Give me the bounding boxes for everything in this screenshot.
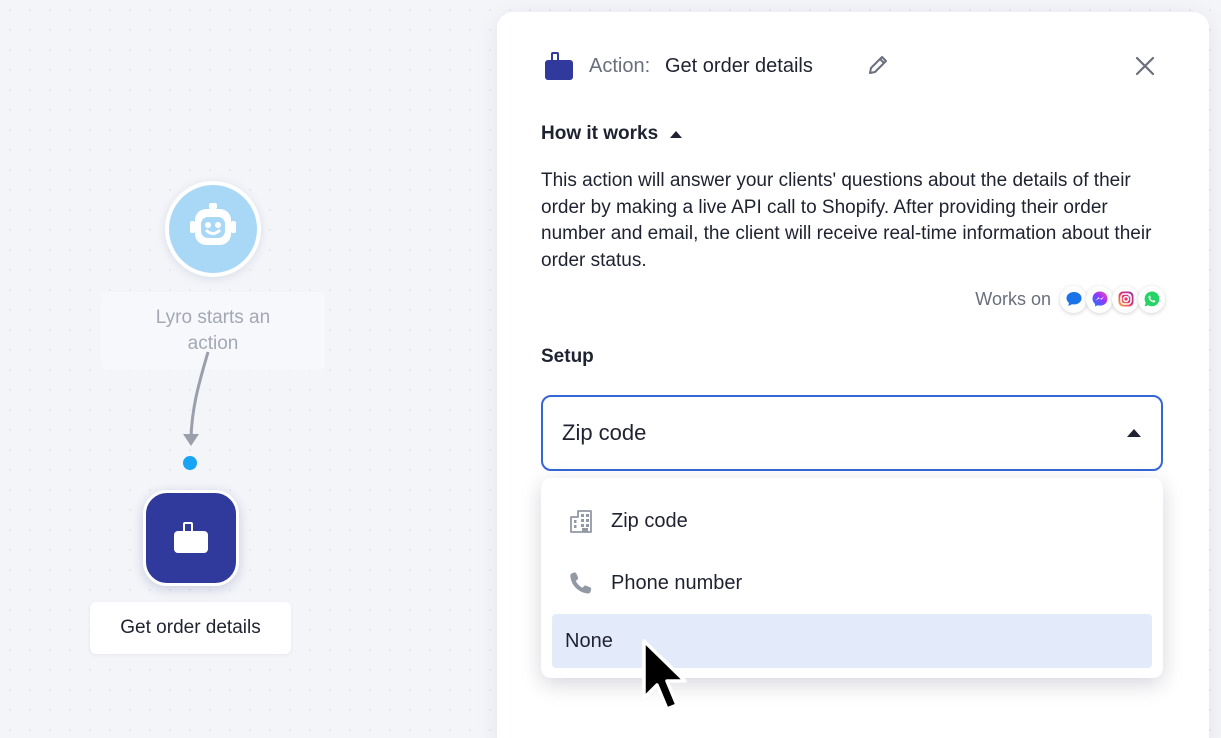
connection-handle[interactable]: [183, 456, 197, 470]
close-icon: [1135, 56, 1155, 81]
phone-icon: [567, 569, 595, 597]
setup-heading: Setup: [541, 346, 594, 367]
option-label: None: [565, 629, 613, 652]
building-icon: [567, 507, 595, 535]
how-it-works-description: This action will answer your clients' qu…: [541, 170, 1152, 271]
option-label: Zip code: [611, 509, 688, 532]
works-on-label: Works on: [975, 288, 1051, 309]
close-panel-button[interactable]: [1131, 54, 1159, 82]
caret-up-icon: [670, 130, 683, 138]
verification-options-menu: Zip code Phone number None: [541, 478, 1163, 678]
briefcase-icon: [544, 50, 574, 82]
select-value: Zip code: [562, 420, 647, 445]
works-on: Works on: [975, 284, 1165, 314]
panel-header: Action: Get order details: [497, 12, 1209, 122]
get-order-details-node[interactable]: [143, 490, 239, 586]
panel-title: Get order details: [665, 55, 813, 77]
channel-list: [1060, 285, 1165, 313]
option-none[interactable]: None: [552, 614, 1152, 668]
live-chat-icon: [1060, 285, 1087, 313]
option-zip-code[interactable]: Zip code: [552, 490, 1152, 552]
verification-field-select[interactable]: Zip code: [541, 395, 1163, 471]
how-it-works-toggle[interactable]: How it works: [541, 120, 683, 148]
robot-icon: [187, 201, 239, 258]
flow-canvas[interactable]: Lyro starts an action Get order details: [0, 0, 497, 738]
instagram-icon: [1112, 285, 1139, 313]
briefcase-icon: [171, 516, 211, 561]
option-phone-number[interactable]: Phone number: [552, 552, 1152, 614]
pencil-icon: [866, 53, 890, 82]
whatsapp-icon: [1138, 285, 1165, 313]
messenger-icon: [1086, 285, 1113, 313]
option-label: Phone number: [611, 571, 743, 594]
flow-connector: [183, 351, 210, 446]
action-node-label: Get order details: [90, 602, 291, 654]
edit-title-button[interactable]: [864, 53, 892, 81]
lyro-start-node[interactable]: [165, 181, 261, 277]
how-it-works-label: How it works: [541, 123, 659, 144]
header-prefix: Action:: [589, 55, 651, 77]
chevron-up-icon: [1127, 429, 1141, 437]
